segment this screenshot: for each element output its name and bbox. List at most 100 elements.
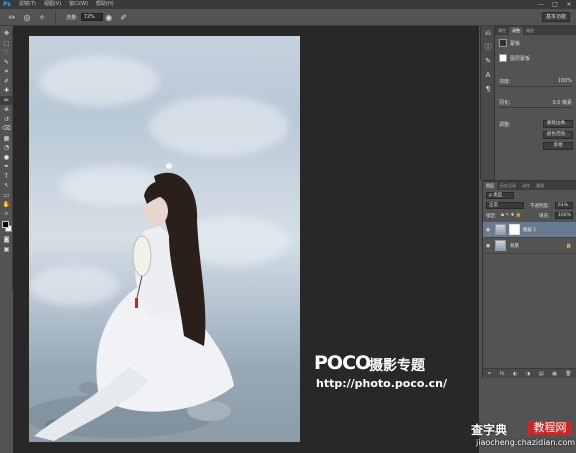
- visibility-eye-icon[interactable]: ◉: [486, 227, 490, 233]
- feather-value[interactable]: 0.0 像素: [552, 99, 572, 106]
- flow-label: 流量:: [66, 14, 78, 21]
- pressure-opacity-icon[interactable]: ✧: [36, 11, 48, 23]
- site-watermark: 查字典 教程网 jiaocheng.chazidian.com: [468, 421, 575, 451]
- zoom-tool-icon[interactable]: ⌕: [0, 210, 13, 220]
- photo-subject: [29, 163, 234, 441]
- visibility-eye-icon[interactable]: ◉: [486, 243, 490, 249]
- layer-row[interactable]: ◉ 背景 🔒: [483, 238, 576, 254]
- layers-panel: 图层 历史记录 动作 通道 ρ 类型 正常 不透明度: 61% 锁定: ▪ ✎ …: [482, 180, 576, 378]
- history-brush-tool-icon[interactable]: ↺: [0, 115, 13, 125]
- blend-mode-dropdown[interactable]: 正常: [486, 202, 524, 209]
- opacity-label: 不透明度:: [530, 204, 550, 209]
- hair-ornament: [166, 163, 172, 169]
- foreground-color-swatch[interactable]: [2, 221, 9, 228]
- layer-mask-thumbnail[interactable]: [509, 224, 520, 235]
- lock-label: 锁定:: [486, 214, 497, 219]
- density-value[interactable]: 100%: [558, 78, 572, 84]
- airbrush-icon[interactable]: ◉: [103, 11, 115, 23]
- menu-filter[interactable]: 滤镜(T): [15, 0, 40, 9]
- type-tool-icon[interactable]: T: [0, 172, 13, 182]
- character-panel-icon[interactable]: A: [481, 68, 495, 82]
- document-image[interactable]: [29, 36, 300, 442]
- mask-mode-icon[interactable]: [499, 39, 507, 47]
- brush-tool-icon[interactable]: ✏: [0, 95, 13, 105]
- healing-tool-icon[interactable]: ✚: [0, 86, 13, 96]
- density-label: 浓度:: [499, 79, 511, 85]
- tab-channels[interactable]: 通道: [533, 182, 547, 190]
- add-mask-icon[interactable]: ◐: [513, 371, 517, 377]
- color-swatches[interactable]: [0, 219, 13, 235]
- link-layers-icon[interactable]: ⚭: [487, 371, 491, 377]
- dodge-tool-icon[interactable]: ●: [0, 153, 13, 163]
- workspace-switcher[interactable]: 基本功能: [542, 12, 570, 22]
- delete-layer-icon[interactable]: 🗑: [565, 371, 571, 377]
- brush-settings-icon[interactable]: ◎: [21, 11, 33, 23]
- mask-edge-button[interactable]: 蒙版边缘...: [543, 120, 573, 128]
- close-button[interactable]: ✕: [562, 0, 576, 9]
- screen-mode-icon[interactable]: ▣: [0, 245, 13, 255]
- lasso-tool-icon[interactable]: ➰: [0, 48, 13, 58]
- brush-panel-icon[interactable]: ✎: [481, 54, 495, 68]
- pressure-size-icon[interactable]: ✐: [118, 11, 130, 23]
- watermark-url: http://photo.poco.cn/: [316, 377, 447, 390]
- tab-history[interactable]: 历史记录: [497, 182, 519, 190]
- marquee-tool-icon[interactable]: ⬚: [0, 39, 13, 49]
- layer-row[interactable]: ◉ 图层 1: [483, 222, 576, 238]
- tab-layers[interactable]: 图层: [483, 182, 497, 190]
- tab-adjustments[interactable]: 调整: [509, 27, 523, 35]
- gradient-tool-icon[interactable]: ▦: [0, 134, 13, 144]
- layer-style-icon[interactable]: fx: [500, 371, 505, 377]
- options-bar: ✏ ◎ ✧ 流量: 72% ◉ ✐ 基本功能: [0, 9, 576, 26]
- mask-type-label: 图层蒙板: [510, 56, 531, 62]
- menu-window[interactable]: 窗口(W): [65, 0, 92, 9]
- tab-properties[interactable]: 属性: [495, 27, 509, 35]
- adjustment-layer-icon[interactable]: ◑: [526, 371, 530, 377]
- info-panel-icon[interactable]: ⓘ: [481, 40, 495, 54]
- blur-tool-icon[interactable]: ◔: [0, 143, 13, 153]
- clone-stamp-tool-icon[interactable]: ⎈: [0, 105, 13, 115]
- hand-tool-icon[interactable]: ✋: [0, 200, 13, 210]
- properties-panel: 属性 调整 路径 蒙板 图层蒙板 浓度: 100% 羽化: 0.0 像素 调整:…: [494, 26, 576, 180]
- layer-filter-dropdown[interactable]: ρ 类型: [486, 192, 514, 199]
- watermark-brand: POCO: [314, 352, 371, 374]
- quick-select-tool-icon[interactable]: ✎: [0, 58, 13, 68]
- menu-help[interactable]: 帮助(H): [92, 0, 118, 9]
- menu-view[interactable]: 视图(V): [40, 0, 65, 9]
- round-fan: [132, 235, 152, 277]
- crop-tool-icon[interactable]: ⌗: [0, 67, 13, 77]
- new-layer-icon[interactable]: ▣: [552, 371, 557, 377]
- eraser-tool-icon[interactable]: ⌫: [0, 124, 13, 134]
- feather-slider[interactable]: [499, 107, 572, 108]
- maximize-button[interactable]: □: [548, 0, 562, 9]
- site-tag: 教程网: [528, 421, 572, 435]
- flow-field[interactable]: 72%: [80, 13, 103, 21]
- layer-name[interactable]: 图层 1: [523, 227, 536, 233]
- pen-tool-icon[interactable]: ✒: [0, 162, 13, 172]
- brush-preset-icon[interactable]: ✏: [6, 11, 18, 23]
- quick-mask-icon[interactable]: ◙: [0, 235, 13, 245]
- move-tool-icon[interactable]: ✥: [0, 29, 13, 39]
- invert-button[interactable]: 反相: [543, 142, 573, 150]
- path-select-tool-icon[interactable]: ↖: [0, 181, 13, 191]
- lock-icons[interactable]: ▪ ✎ ✥ 🔒: [501, 213, 522, 218]
- density-slider[interactable]: [499, 86, 572, 87]
- layer-thumbnail: [495, 224, 506, 235]
- fan-tassel: [135, 298, 138, 308]
- layer-mask-icon[interactable]: [499, 54, 507, 62]
- paragraph-panel-icon[interactable]: ¶: [481, 82, 495, 96]
- fill-field[interactable]: 100%: [555, 212, 573, 219]
- color-range-button[interactable]: 颜色范围...: [543, 131, 573, 139]
- minimize-button[interactable]: —: [534, 0, 548, 9]
- rock: [79, 382, 99, 394]
- window-controls: — □ ✕: [534, 0, 576, 9]
- tab-actions[interactable]: 动作: [519, 182, 533, 190]
- eyedropper-tool-icon[interactable]: ✐: [0, 77, 13, 87]
- layer-name[interactable]: 背景: [510, 243, 519, 249]
- new-group-icon[interactable]: ▤: [539, 371, 544, 377]
- opacity-field[interactable]: 61%: [555, 202, 573, 209]
- tab-paths[interactable]: 路径: [523, 27, 537, 35]
- poco-watermark: POCO 摄影专题 http://photo.poco.cn/: [300, 352, 470, 402]
- feather-label: 羽化:: [499, 100, 511, 106]
- history-panel-icon[interactable]: ⎌: [481, 26, 495, 40]
- shape-tool-icon[interactable]: ▭: [0, 191, 13, 201]
